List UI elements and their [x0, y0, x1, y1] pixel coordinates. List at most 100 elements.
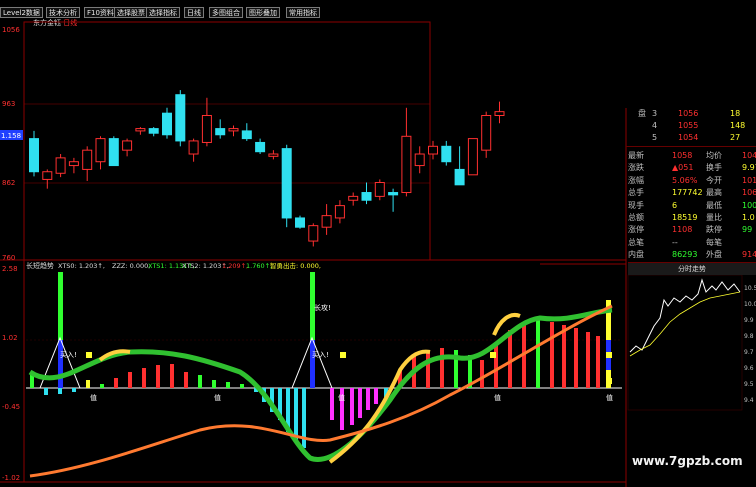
quote-row: 总手 177742 最高 106	[626, 187, 756, 199]
histogram-bar	[330, 388, 334, 420]
quote-value: 177742	[672, 188, 703, 198]
quote-value: 18519	[672, 213, 698, 222]
candle-body	[95, 138, 106, 163]
quote-label: 内盘	[628, 250, 644, 260]
histogram-bar	[198, 375, 202, 388]
candle-body	[82, 149, 93, 170]
quote-label: 现手	[628, 200, 644, 210]
indicator-name: 长短趋势	[26, 261, 54, 270]
quote-value: 99	[742, 225, 753, 235]
candle-body	[215, 128, 226, 136]
candle-body	[108, 138, 119, 167]
candle-body	[295, 217, 305, 228]
minute-axis-label: 9.5	[744, 381, 754, 388]
candle-body	[29, 138, 39, 173]
indicator-line-yellow	[492, 313, 521, 336]
quote-row: 内盘 86293 外盘 9144	[626, 249, 756, 261]
quote-row: 总额 18519 量比 1.0	[626, 212, 756, 224]
candle-body	[428, 145, 438, 155]
order-book-side: 盘	[638, 109, 646, 118]
minute-axis-label: 9.7	[744, 349, 754, 356]
quote-value: 5.06%	[672, 175, 698, 185]
quote-label: 最新	[628, 151, 644, 160]
quote-label: 最低	[706, 200, 722, 210]
label-value: 值	[606, 393, 613, 402]
minute-chart-title: 分时走势	[628, 262, 756, 275]
candle-body	[481, 115, 492, 151]
histogram-bar	[226, 382, 230, 388]
price-axis-label: 862	[2, 179, 15, 187]
quote-value: 106	[742, 188, 756, 198]
signal-marker	[606, 378, 612, 384]
candle-body	[401, 135, 412, 194]
quote-label: 量比	[706, 213, 722, 222]
quote-label: 换手	[706, 163, 722, 173]
histogram-bar	[294, 388, 298, 440]
order-book-level: 5	[652, 133, 658, 142]
candle-body	[42, 171, 53, 180]
indicator-value: 智勇出击: 0.000,	[270, 261, 321, 270]
order-book-row: 盘 3 1056 18	[626, 108, 756, 120]
quote-row: 涨停 1108 跌停 99	[626, 224, 756, 236]
candle-body	[441, 145, 452, 163]
quote-value: 1058	[672, 151, 693, 160]
minute-axis-label: 10.0	[744, 301, 756, 308]
histogram-bar	[536, 320, 540, 388]
candle-body	[241, 130, 252, 140]
quote-label: 外盘	[706, 250, 722, 260]
price-panel-frame	[23, 21, 431, 261]
histogram-bar	[100, 384, 104, 388]
candle-body	[334, 205, 345, 219]
label-value: 值	[214, 393, 221, 402]
candle-body	[268, 153, 279, 157]
candle-body	[68, 161, 79, 167]
indicator-axis-label: -0.45	[2, 403, 20, 411]
candle-body	[374, 182, 385, 197]
candle-body	[228, 128, 239, 132]
signal-marker	[86, 352, 92, 358]
histogram-bar	[86, 380, 90, 388]
histogram-bar	[72, 388, 76, 392]
order-book-row: 5 1054 27	[626, 132, 756, 144]
candle-body	[454, 168, 465, 186]
candle-body	[162, 112, 172, 136]
label-value: 值	[494, 393, 501, 402]
candle-body	[494, 111, 505, 117]
candle-body	[188, 140, 199, 155]
histogram-bar	[58, 388, 62, 394]
histogram-bar	[550, 322, 554, 388]
candle-body	[321, 215, 332, 228]
label-buy: 买入!	[312, 351, 329, 359]
histogram-bar	[426, 350, 430, 388]
price-axis-label: 760	[2, 254, 15, 262]
candle-body	[308, 225, 319, 242]
watermark: www.7gpzb.com	[632, 454, 743, 468]
histogram-bar	[44, 388, 48, 395]
candle-body	[361, 192, 372, 201]
candle-body	[122, 140, 133, 151]
histogram-bar	[374, 388, 378, 404]
candle-body	[135, 128, 146, 132]
quote-row: 总笔 -- 每笔	[626, 237, 756, 249]
quote-label: 总手	[628, 188, 644, 198]
indicator-value: 1.209↑,	[222, 262, 248, 270]
quote-row: 涨幅 5.06% 今开 101	[626, 175, 756, 187]
histogram-bar	[366, 388, 370, 410]
quote-value: ▲051	[672, 163, 694, 173]
quote-label: 涨停	[628, 225, 644, 235]
order-book-level: 4	[652, 121, 658, 130]
quote-value: 9.97	[742, 163, 756, 173]
histogram-bar	[562, 325, 566, 388]
histogram-bar	[508, 330, 512, 388]
quote-value: 101	[742, 175, 756, 185]
quote-value: 1108	[672, 225, 693, 235]
minute-axis-label: 9.9	[744, 317, 754, 324]
signal-marker	[606, 352, 612, 358]
label-attack: 长攻!	[314, 303, 331, 312]
quote-label: 涨幅	[628, 175, 644, 185]
order-book-volume: 27	[730, 133, 741, 142]
candle-body	[281, 148, 292, 219]
quote-label: 总笔	[628, 237, 644, 247]
quote-value: 1.0	[742, 213, 755, 222]
candle-body	[255, 141, 266, 153]
